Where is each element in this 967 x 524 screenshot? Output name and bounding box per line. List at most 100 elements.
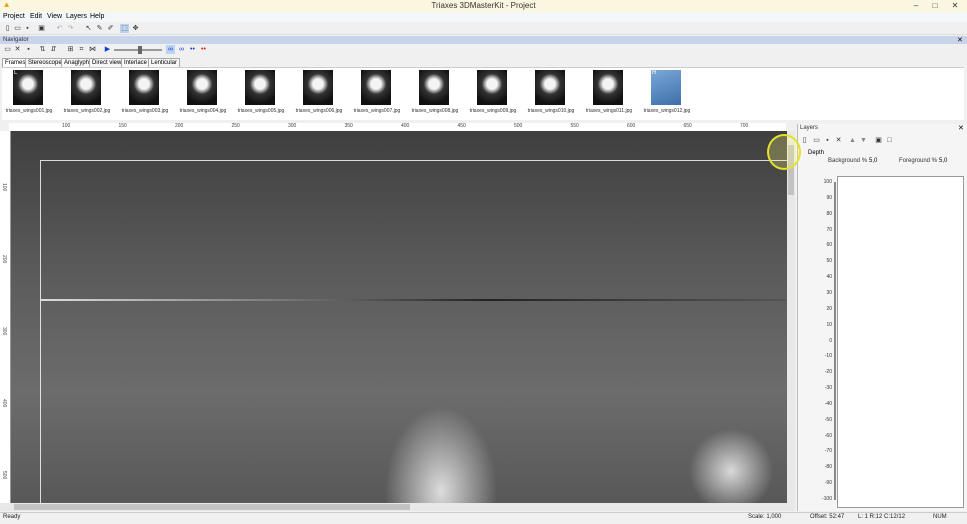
- menu-view[interactable]: View: [47, 13, 62, 20]
- loop-mode-icon[interactable]: ∞: [166, 45, 175, 54]
- ruler-tick-label: 300: [288, 123, 297, 129]
- step-left-icon[interactable]: ••: [188, 45, 197, 54]
- depth-scale-tick: 40: [826, 274, 832, 281]
- layer-properties-icon[interactable]: ▣: [874, 136, 883, 145]
- open-frames-icon[interactable]: ▭: [3, 45, 12, 54]
- frame-thumbnail[interactable]: triaxes_wings011.jpg: [586, 69, 632, 115]
- frame-image: [419, 70, 449, 105]
- open-layer-icon[interactable]: ▭: [812, 136, 821, 145]
- layers-close-icon[interactable]: ✕: [958, 124, 964, 132]
- save-layer-icon[interactable]: ▪: [823, 136, 832, 145]
- background-percent-label: Background %: [828, 158, 868, 164]
- depth-scale-tick: -100: [821, 496, 832, 502]
- menu-edit[interactable]: Edit: [30, 13, 42, 20]
- frame-thumbnail[interactable]: triaxes_wings002.jpg: [64, 69, 110, 115]
- ruler-tick-label: 700: [740, 123, 749, 129]
- depth-tab[interactable]: Depth: [808, 150, 824, 156]
- tab-stereoscope[interactable]: Stereoscope: [25, 58, 65, 67]
- frame-thumbnail[interactable]: triaxes_wings004.jpg: [180, 69, 226, 115]
- select-tool-icon[interactable]: ⬚: [120, 24, 129, 33]
- tab-direct-view[interactable]: Direct view: [89, 58, 125, 67]
- sort-descending-icon[interactable]: ⇵: [49, 45, 58, 54]
- play-icon[interactable]: ▶: [103, 45, 112, 54]
- status-offset: Offset: 52:47: [810, 514, 845, 520]
- ruler-tick-label: 150: [118, 123, 127, 129]
- frame-caption: triaxes_wings003.jpg: [121, 108, 169, 114]
- frame-caption: triaxes_wings011.jpg: [585, 108, 633, 114]
- align-frames-icon[interactable]: ⊞: [66, 45, 75, 54]
- step-right-icon[interactable]: ••: [199, 45, 208, 54]
- cursor-highlight: [767, 134, 801, 170]
- fit-frames-icon[interactable]: ⋈: [88, 45, 97, 54]
- bounce-mode-icon[interactable]: ∞: [177, 45, 186, 54]
- depth-map-area[interactable]: [837, 176, 964, 508]
- image-canvas[interactable]: [11, 131, 787, 503]
- depth-scale-tick: 50: [826, 258, 832, 265]
- frame-image: [187, 70, 217, 105]
- depth-scale-tick: -40: [824, 400, 832, 407]
- maximize-button[interactable]: □: [926, 0, 944, 11]
- redo-icon[interactable]: ↷: [66, 24, 75, 33]
- frame-caption: triaxes_wings002.jpg: [63, 108, 111, 114]
- delete-frame-icon[interactable]: ✕: [13, 45, 22, 54]
- navigator-label: Navigator: [3, 37, 29, 43]
- navigator-close-icon[interactable]: ✕: [957, 36, 963, 44]
- depth-guide-line[interactable]: [41, 299, 786, 301]
- layer-view-icon[interactable]: □: [885, 136, 894, 145]
- navigator-panel-header: [0, 36, 967, 44]
- frame-thumbnail[interactable]: triaxes_wings008.jpg: [412, 69, 458, 115]
- tab-anaglyph[interactable]: Anaglyph: [61, 58, 93, 67]
- new-file-icon[interactable]: ▯: [3, 24, 12, 33]
- frame-thumbnail[interactable]: triaxes_wings010.jpg: [528, 69, 574, 115]
- depth-scale-tick: -50: [824, 416, 832, 423]
- frame-marker: R: [652, 70, 657, 76]
- open-folder-icon[interactable]: ▭: [13, 24, 22, 33]
- ruler-tick-label: 200: [175, 123, 184, 129]
- frame-thumbnail[interactable]: Ltriaxes_wings001.jpg: [6, 69, 52, 115]
- frame-caption: triaxes_wings004.jpg: [179, 108, 227, 114]
- depth-scale-axis: [834, 182, 836, 500]
- crop-frame-outline[interactable]: [40, 160, 787, 503]
- delete-layer-icon[interactable]: ✕: [834, 136, 843, 145]
- horizontal-scroll-thumb[interactable]: [14, 504, 410, 510]
- frame-thumbnail[interactable]: Rtriaxes_wings012.jpg: [644, 69, 690, 115]
- frame-image: [535, 70, 565, 105]
- background-percent-value[interactable]: 5,0: [869, 158, 877, 164]
- save-frames-icon[interactable]: ▪: [24, 45, 33, 54]
- move-tool-icon[interactable]: ✥: [131, 24, 140, 33]
- brush-tool-icon[interactable]: ✎: [95, 24, 104, 33]
- crop-frames-icon[interactable]: ⌗: [77, 45, 86, 54]
- menu-project[interactable]: Project: [3, 13, 25, 20]
- status-scale: Scale: 1,000: [748, 514, 782, 520]
- minimize-button[interactable]: –: [907, 0, 925, 11]
- undo-icon[interactable]: ↶: [55, 24, 64, 33]
- frame-thumbnail[interactable]: triaxes_wings003.jpg: [122, 69, 168, 115]
- frame-thumbnail[interactable]: triaxes_wings005.jpg: [238, 69, 284, 115]
- new-layer-icon[interactable]: ▯: [800, 136, 809, 145]
- frame-image: [303, 70, 333, 105]
- depth-scale-tick: -60: [824, 432, 832, 439]
- menu-help[interactable]: Help: [90, 13, 104, 20]
- tab-lenticular[interactable]: Lenticular: [148, 58, 181, 67]
- close-button[interactable]: ✕: [945, 0, 965, 11]
- ruler-tick-label: 400: [1, 399, 7, 408]
- frame-caption: triaxes_wings005.jpg: [237, 108, 285, 114]
- foreground-percent-value[interactable]: 5,0: [939, 158, 947, 164]
- menu-layers[interactable]: Layers: [66, 13, 87, 20]
- tab-interlace[interactable]: Interlace: [121, 58, 151, 67]
- speed-slider-handle[interactable]: [138, 46, 142, 54]
- frame-thumbnail[interactable]: triaxes_wings006.jpg: [296, 69, 342, 115]
- save-icon[interactable]: ▪: [23, 24, 32, 33]
- frame-caption: triaxes_wings009.jpg: [469, 108, 517, 114]
- ruler-tick-label: 100: [1, 183, 7, 192]
- layer-up-icon[interactable]: ▲: [848, 136, 857, 145]
- layer-down-icon[interactable]: ▼: [859, 136, 868, 145]
- frame-thumbnail[interactable]: triaxes_wings007.jpg: [354, 69, 400, 115]
- eraser-tool-icon[interactable]: ✐: [106, 24, 115, 33]
- frame-caption: triaxes_wings010.jpg: [527, 108, 575, 114]
- sort-ascending-icon[interactable]: ⇅: [38, 45, 47, 54]
- arrow-tool-icon[interactable]: ↖: [84, 24, 93, 33]
- depth-scale-tick: -20: [824, 369, 832, 376]
- print-preview-icon[interactable]: ▣: [37, 24, 46, 33]
- frame-thumbnail[interactable]: triaxes_wings009.jpg: [470, 69, 516, 115]
